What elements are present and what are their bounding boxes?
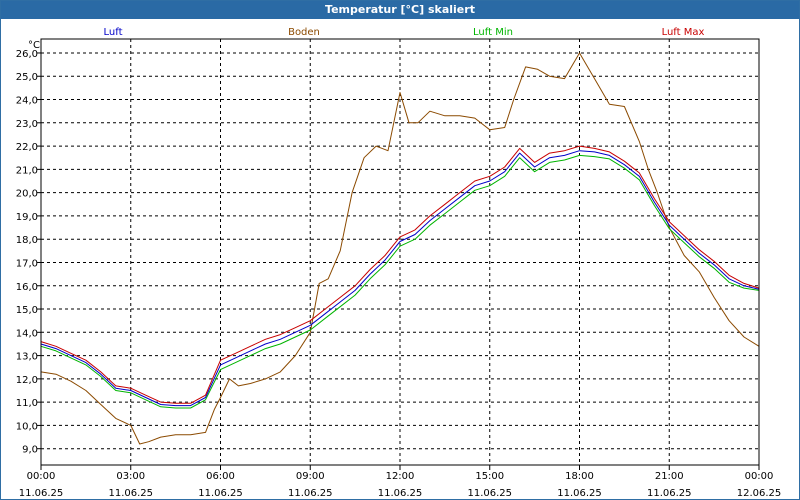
y-axis-ticks: 9,0 10,0 11,0 12,0 13,0 14,0 15,0 16,0 17,0 18,0 1… (16, 49, 41, 456)
series-line-luft (40, 150, 760, 407)
y-tick-label: 25,0 (16, 72, 38, 83)
legend: Luft Boden Luft Min Luft Max (104, 27, 705, 38)
x-tick-date-label: 11.06.25 (467, 488, 512, 499)
temperature-chart: Luft Boden Luft Min Luft Max °C 9,010,011,0… (16, 27, 782, 499)
x-tick-time-label: 06:00 (206, 471, 235, 482)
legend-entry-luft: Luft (104, 27, 123, 38)
y-tick-label: 21,0 (16, 165, 38, 176)
y-tick-label: 15,0 (16, 305, 38, 316)
x-tick-time-label: 00:00 (745, 471, 774, 482)
x-tick-date-label: 11.06.25 (198, 488, 243, 499)
x-tick-time-label: 15:00 (475, 471, 504, 482)
x-tick-date-label: 11.06.25 (557, 488, 602, 499)
legend-entry-boden: Boden (288, 27, 320, 38)
y-tick-label: 13,0 (16, 352, 38, 363)
window-title: Temperatur [°C] skaliert (1, 1, 799, 19)
y-tick-label: 17,0 (16, 258, 38, 269)
y-tick-label: 19,0 (16, 212, 38, 223)
y-tick-label: 24,0 (16, 96, 38, 107)
y-tick-label: 16,0 (16, 282, 38, 293)
x-axis-ticks: 00:00 11.06.25 03:00 11.06.25 06:00 11.06.25 0… (19, 465, 782, 499)
x-tick-time-label: 12:00 (386, 471, 415, 482)
x-tick-date-label: 11.06.25 (108, 488, 153, 499)
y-tick-label: 12,0 (16, 375, 38, 386)
x-tick-date-label: 11.06.25 (288, 488, 333, 499)
y-tick-label: 11,0 (16, 398, 38, 409)
y-tick-label: 23,0 (16, 119, 38, 130)
x-tick-time-label: 00:00 (27, 471, 56, 482)
y-tick-label: 10,0 (16, 421, 38, 432)
x-tick-date-label: 11.06.25 (19, 488, 64, 499)
legend-entry-luft-min: Luft Min (473, 27, 513, 38)
x-tick-time-label: 09:00 (296, 471, 325, 482)
x-tick-date-label: 11.06.25 (647, 488, 692, 499)
legend-entry-luft-max: Luft Max (662, 27, 705, 38)
x-tick-date-label: 12.06.25 (737, 488, 782, 499)
chart-window: Temperatur [°C] skaliert Luft Boden Luft M… (0, 0, 800, 500)
x-tick-time-label: 03:00 (116, 471, 145, 482)
x-tick-time-label: 21:00 (655, 471, 684, 482)
y-tick-label: 9,0 (22, 445, 38, 456)
x-tick-date-label: 11.06.25 (378, 488, 423, 499)
y-tick-label: 20,0 (16, 189, 38, 200)
y-tick-label: 18,0 (16, 235, 38, 246)
x-tick-time-label: 18:00 (565, 471, 594, 482)
y-tick-label: 22,0 (16, 142, 38, 153)
y-tick-label: 26,0 (16, 49, 38, 60)
y-tick-label: 14,0 (16, 328, 38, 339)
